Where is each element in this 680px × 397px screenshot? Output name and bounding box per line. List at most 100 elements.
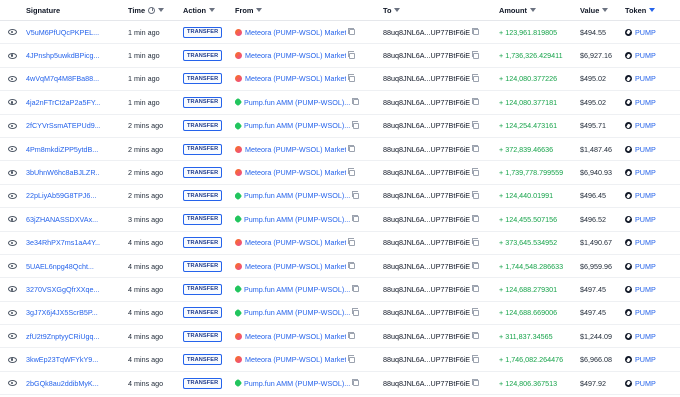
to-address[interactable]: 88uq8JNL6A...UP77BtF6iE xyxy=(383,332,470,341)
filter-icon[interactable] xyxy=(529,8,536,12)
from-link[interactable]: Pump.fun AMM (PUMP-WSOL)... xyxy=(244,308,350,317)
from-link[interactable]: Meteora (PUMP-WSOL) Market xyxy=(245,355,346,364)
signature-link[interactable]: 4Pm8mkdiZPP5ytdB... xyxy=(26,145,100,154)
copy-icon[interactable] xyxy=(471,284,480,293)
token-link[interactable]: PUMP xyxy=(635,121,656,130)
filter-icon[interactable] xyxy=(602,8,609,12)
copy-icon[interactable] xyxy=(471,238,480,246)
copy-icon[interactable] xyxy=(471,331,480,340)
eye-icon[interactable] xyxy=(7,192,17,199)
to-address[interactable]: 88uq8JNL6A...UP77BtF6iE xyxy=(383,121,470,130)
to-address[interactable]: 88uq8JNL6A...UP77BtF6iE xyxy=(383,51,470,60)
from-link[interactable]: Pump.fun AMM (PUMP-WSOL)... xyxy=(244,121,350,130)
to-address[interactable]: 88uq8JNL6A...UP77BtF6iE xyxy=(383,168,470,177)
from-link[interactable]: Meteora (PUMP-WSOL) Market xyxy=(245,74,346,83)
copy-icon[interactable] xyxy=(471,191,480,199)
to-address[interactable]: 88uq8JNL6A...UP77BtF6iE xyxy=(383,355,470,364)
eye-icon[interactable] xyxy=(7,333,17,340)
signature-link[interactable]: 5UAEL6npg48Qcht... xyxy=(26,262,100,271)
from-link[interactable]: Meteora (PUMP-WSOL) Market xyxy=(245,238,346,247)
signature-link[interactable]: 22pLiyAb59G8TPJ6... xyxy=(26,191,100,200)
signature-link[interactable]: 2bGQk8au2ddibMyK... xyxy=(26,379,100,388)
copy-icon[interactable] xyxy=(347,238,356,246)
to-address[interactable]: 88uq8JNL6A...UP77BtF6iE xyxy=(383,379,470,388)
copy-icon[interactable] xyxy=(351,191,360,199)
eye-icon[interactable] xyxy=(7,380,17,387)
copy-icon[interactable] xyxy=(471,261,480,270)
token-link[interactable]: PUMP xyxy=(635,98,656,107)
to-address[interactable]: 88uq8JNL6A...UP77BtF6iE xyxy=(383,285,470,294)
signature-link[interactable]: 3bUhnW6hc8aBJLZR... xyxy=(26,168,100,177)
copy-icon[interactable] xyxy=(351,121,360,129)
to-address[interactable]: 88uq8JNL6A...UP77BtF6iE xyxy=(383,145,470,154)
from-link[interactable]: Meteora (PUMP-WSOL) Market xyxy=(245,28,346,37)
signature-link[interactable]: 4wVqM7q4M8FBa88... xyxy=(26,74,100,83)
token-link[interactable]: PUMP xyxy=(635,145,656,154)
filter-icon[interactable] xyxy=(209,8,215,12)
eye-icon[interactable] xyxy=(7,216,17,223)
copy-icon[interactable] xyxy=(471,144,480,153)
copy-icon[interactable] xyxy=(471,51,480,59)
to-address[interactable]: 88uq8JNL6A...UP77BtF6iE xyxy=(383,28,470,37)
copy-icon[interactable] xyxy=(351,214,360,223)
token-link[interactable]: PUMP xyxy=(635,308,656,317)
token-link[interactable]: PUMP xyxy=(635,215,656,224)
eye-icon[interactable] xyxy=(7,29,17,36)
signature-link[interactable]: 4ja2nFTrCt2aP2a5FY... xyxy=(26,98,100,107)
signature-link[interactable]: 2fCYVrSsmATEPUd9... xyxy=(26,121,100,130)
copy-icon[interactable] xyxy=(347,261,356,270)
copy-icon[interactable] xyxy=(347,74,356,82)
signature-link[interactable]: V5uM6PfUQcPKPEL... xyxy=(26,28,100,37)
copy-icon[interactable] xyxy=(351,308,360,316)
copy-icon[interactable] xyxy=(471,308,480,316)
token-link[interactable]: PUMP xyxy=(635,238,656,247)
from-link[interactable]: Pump.fun AMM (PUMP-WSOL)... xyxy=(244,215,350,224)
eye-icon[interactable] xyxy=(7,356,17,363)
token-link[interactable]: PUMP xyxy=(635,379,656,388)
to-address[interactable]: 88uq8JNL6A...UP77BtF6iE xyxy=(383,191,470,200)
to-address[interactable]: 88uq8JNL6A...UP77BtF6iE xyxy=(383,74,470,83)
to-address[interactable]: 88uq8JNL6A...UP77BtF6iE xyxy=(383,262,470,271)
token-link[interactable]: PUMP xyxy=(635,74,656,83)
eye-icon[interactable] xyxy=(7,52,17,59)
copy-icon[interactable] xyxy=(347,355,356,363)
from-link[interactable]: Meteora (PUMP-WSOL) Market xyxy=(245,51,346,60)
filter-icon[interactable] xyxy=(649,8,656,12)
from-link[interactable]: Pump.fun AMM (PUMP-WSOL)... xyxy=(244,379,350,388)
copy-icon[interactable] xyxy=(471,27,480,36)
from-link[interactable]: Meteora (PUMP-WSOL) Market xyxy=(245,262,346,271)
token-link[interactable]: PUMP xyxy=(635,262,656,271)
token-link[interactable]: PUMP xyxy=(635,191,656,200)
from-link[interactable]: Meteora (PUMP-WSOL) Market xyxy=(245,332,346,341)
to-address[interactable]: 88uq8JNL6A...UP77BtF6iE xyxy=(383,308,470,317)
signature-link[interactable]: 3gJ7X6j4JX5ScrB5P... xyxy=(26,308,100,317)
copy-icon[interactable] xyxy=(471,121,480,129)
copy-icon[interactable] xyxy=(471,168,480,176)
copy-icon[interactable] xyxy=(347,144,356,153)
copy-icon[interactable] xyxy=(351,284,360,293)
eye-icon[interactable] xyxy=(7,75,17,82)
eye-icon[interactable] xyxy=(7,309,17,316)
filter-icon[interactable] xyxy=(158,8,165,12)
copy-icon[interactable] xyxy=(347,168,356,176)
copy-icon[interactable] xyxy=(351,97,360,106)
from-link[interactable]: Meteora (PUMP-WSOL) Market xyxy=(245,145,346,154)
token-link[interactable]: PUMP xyxy=(635,332,656,341)
signature-link[interactable]: 3kwEp23TqWFYkY9... xyxy=(26,355,100,364)
to-address[interactable]: 88uq8JNL6A...UP77BtF6iE xyxy=(383,98,470,107)
copy-icon[interactable] xyxy=(347,331,356,340)
token-link[interactable]: PUMP xyxy=(635,51,656,60)
copy-icon[interactable] xyxy=(347,27,356,36)
copy-icon[interactable] xyxy=(471,214,480,223)
eye-icon[interactable] xyxy=(7,263,17,270)
eye-icon[interactable] xyxy=(7,169,17,176)
from-link[interactable]: Meteora (PUMP-WSOL) Market xyxy=(245,168,346,177)
copy-icon[interactable] xyxy=(471,378,480,387)
signature-link[interactable]: zfU2t9ZnptyyCRiUgq... xyxy=(26,332,100,341)
copy-icon[interactable] xyxy=(471,355,480,363)
eye-icon[interactable] xyxy=(7,239,17,246)
filter-icon[interactable] xyxy=(394,8,401,12)
token-link[interactable]: PUMP xyxy=(635,355,656,364)
eye-icon[interactable] xyxy=(7,122,17,129)
token-link[interactable]: PUMP xyxy=(635,285,656,294)
